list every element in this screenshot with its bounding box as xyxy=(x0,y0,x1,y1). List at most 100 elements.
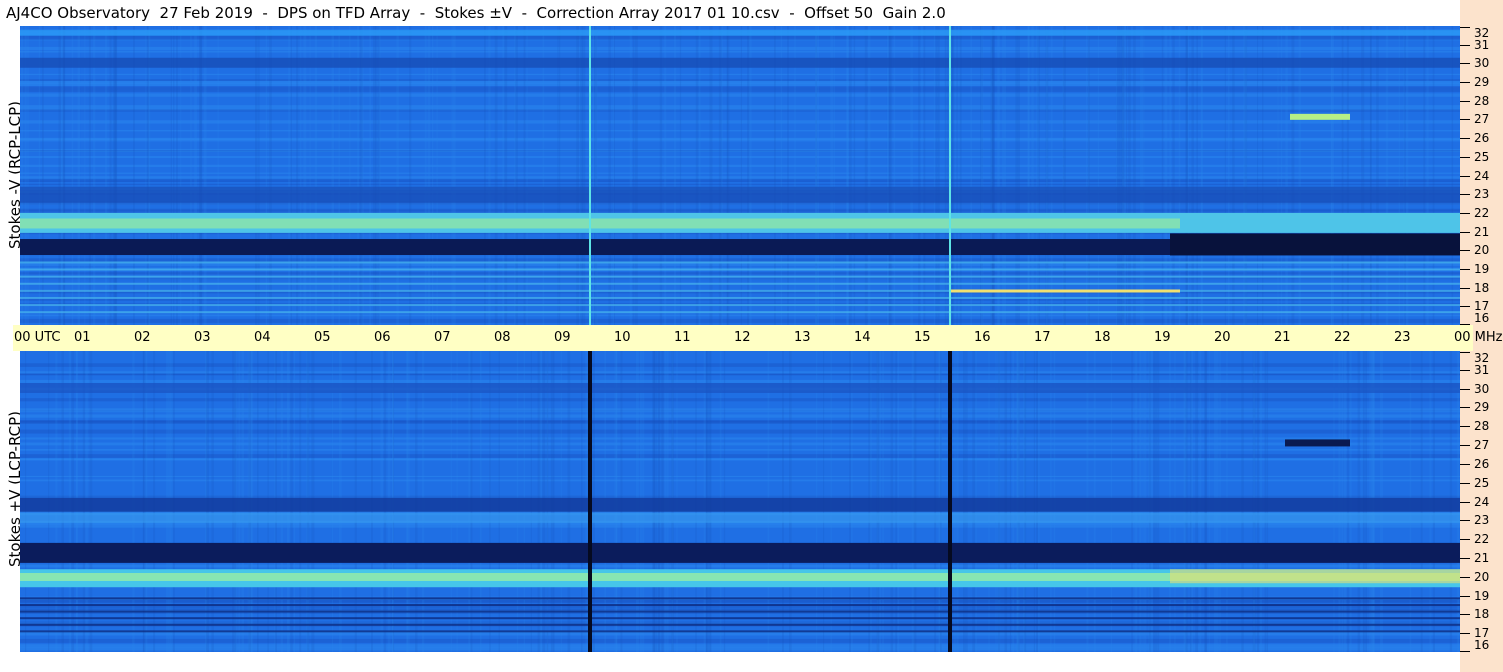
frequency-tick-label: 22 xyxy=(1474,205,1490,220)
low-freq-line xyxy=(20,261,1460,264)
utc-tick-label: 16 xyxy=(974,330,991,345)
time-variation xyxy=(176,26,178,325)
frequency-tick-label: 16 xyxy=(1474,311,1490,325)
vertical-line-1 xyxy=(948,351,952,652)
time-variation xyxy=(217,26,219,325)
time-variation xyxy=(290,26,292,325)
frequency-tick-label: 27 xyxy=(1474,438,1490,453)
time-variation xyxy=(77,26,81,325)
dark-spot-27mhz xyxy=(1285,439,1350,447)
time-variation xyxy=(817,26,820,325)
utc-tick-label: 23 xyxy=(1394,330,1411,345)
frequency-tick xyxy=(1460,651,1470,652)
time-variation xyxy=(258,26,260,325)
time-variation xyxy=(673,26,677,325)
time-variation xyxy=(494,26,498,325)
frequency-tick xyxy=(1460,175,1470,177)
time-variation xyxy=(664,26,667,325)
time-variation xyxy=(726,26,729,325)
time-variation xyxy=(1331,26,1335,325)
time-variation xyxy=(409,26,412,325)
frequency-tick-label: 26 xyxy=(1474,456,1490,471)
time-variation xyxy=(868,26,871,325)
time-variation xyxy=(452,26,456,325)
time-variation xyxy=(451,26,453,325)
frequency-tick xyxy=(1460,445,1470,447)
frequency-tick-label: 24 xyxy=(1474,168,1490,183)
utc-tick-label: 20 xyxy=(1214,330,1231,345)
time-variation xyxy=(88,26,91,325)
utc-tick-label: 00 MHz xyxy=(1454,330,1503,345)
time-variation xyxy=(194,26,197,325)
time-variation xyxy=(1361,26,1365,325)
time-variation xyxy=(679,26,682,325)
time-variation xyxy=(1169,26,1172,325)
time-variation xyxy=(1017,26,1020,325)
time-variation xyxy=(349,26,351,325)
time-variation xyxy=(1404,26,1406,325)
frequency-tick-label: 22 xyxy=(1474,532,1490,547)
time-variation xyxy=(1050,26,1053,325)
frequency-tick xyxy=(1460,426,1470,428)
time-variation xyxy=(488,26,491,325)
frequency-tick-label: 28 xyxy=(1474,419,1490,434)
time-variation xyxy=(695,26,699,325)
time-variation xyxy=(303,26,307,325)
time-variation xyxy=(38,26,40,325)
time-variation xyxy=(1285,26,1288,325)
time-variation xyxy=(84,26,86,325)
frequency-tick-label: 23 xyxy=(1474,513,1490,528)
spectrogram-svg-1 xyxy=(20,351,1460,652)
time-variation xyxy=(582,26,586,325)
time-variation xyxy=(542,26,545,325)
time-variation xyxy=(845,26,849,325)
time-variation xyxy=(918,26,921,325)
frequency-tick-label: 30 xyxy=(1474,381,1490,396)
frequency-tick-label: 31 xyxy=(1474,362,1490,377)
time-variation xyxy=(608,26,611,325)
time-variation xyxy=(1133,26,1136,325)
chart-title: AJ4CO Observatory 27 Feb 2019 - DPS on T… xyxy=(0,0,1460,26)
time-variation xyxy=(923,26,926,325)
time-variation xyxy=(937,26,940,325)
frequency-tick xyxy=(1460,250,1470,252)
time-variation xyxy=(427,26,431,325)
time-variation xyxy=(864,26,868,325)
time-variation xyxy=(853,26,856,325)
frequency-tick-label: 30 xyxy=(1474,56,1490,71)
time-variation xyxy=(1224,26,1226,325)
time-variation xyxy=(970,26,973,325)
time-variation xyxy=(1045,26,1048,325)
time-variation xyxy=(893,26,896,325)
frequency-tick xyxy=(1460,482,1470,484)
time-variation xyxy=(113,26,117,325)
low-freq-line xyxy=(20,604,1460,607)
frequency-tick xyxy=(1460,138,1470,140)
frequency-tick xyxy=(1460,633,1470,635)
time-variation xyxy=(436,26,438,325)
dark-band-30mhz xyxy=(20,57,1460,68)
frequency-tick-label: 18 xyxy=(1474,280,1490,295)
frequency-tick xyxy=(1460,212,1470,214)
time-variation xyxy=(314,26,318,325)
frequency-tick-label: 21 xyxy=(1474,550,1490,565)
time-variation xyxy=(20,26,24,325)
frequency-tick xyxy=(1460,614,1470,616)
vertical-line-0 xyxy=(589,26,591,325)
low-freq-line xyxy=(20,311,1460,314)
time-variation xyxy=(1369,26,1372,325)
utc-tick-label: 06 xyxy=(374,330,391,345)
frequency-tick xyxy=(1460,82,1470,84)
time-variation xyxy=(1140,26,1144,325)
time-variation xyxy=(595,26,598,325)
utc-tick-label: 15 xyxy=(914,330,931,345)
utc-tick-label: 13 xyxy=(794,330,811,345)
dark-band-late xyxy=(1170,233,1460,256)
time-variation xyxy=(1086,26,1088,325)
time-variation xyxy=(1122,26,1125,325)
time-variation xyxy=(331,26,335,325)
frequency-tick-label: 25 xyxy=(1474,149,1490,164)
time-variation xyxy=(959,26,962,325)
frequency-tick-label: 18 xyxy=(1474,607,1490,622)
utc-tick-label: 17 xyxy=(1034,330,1051,345)
